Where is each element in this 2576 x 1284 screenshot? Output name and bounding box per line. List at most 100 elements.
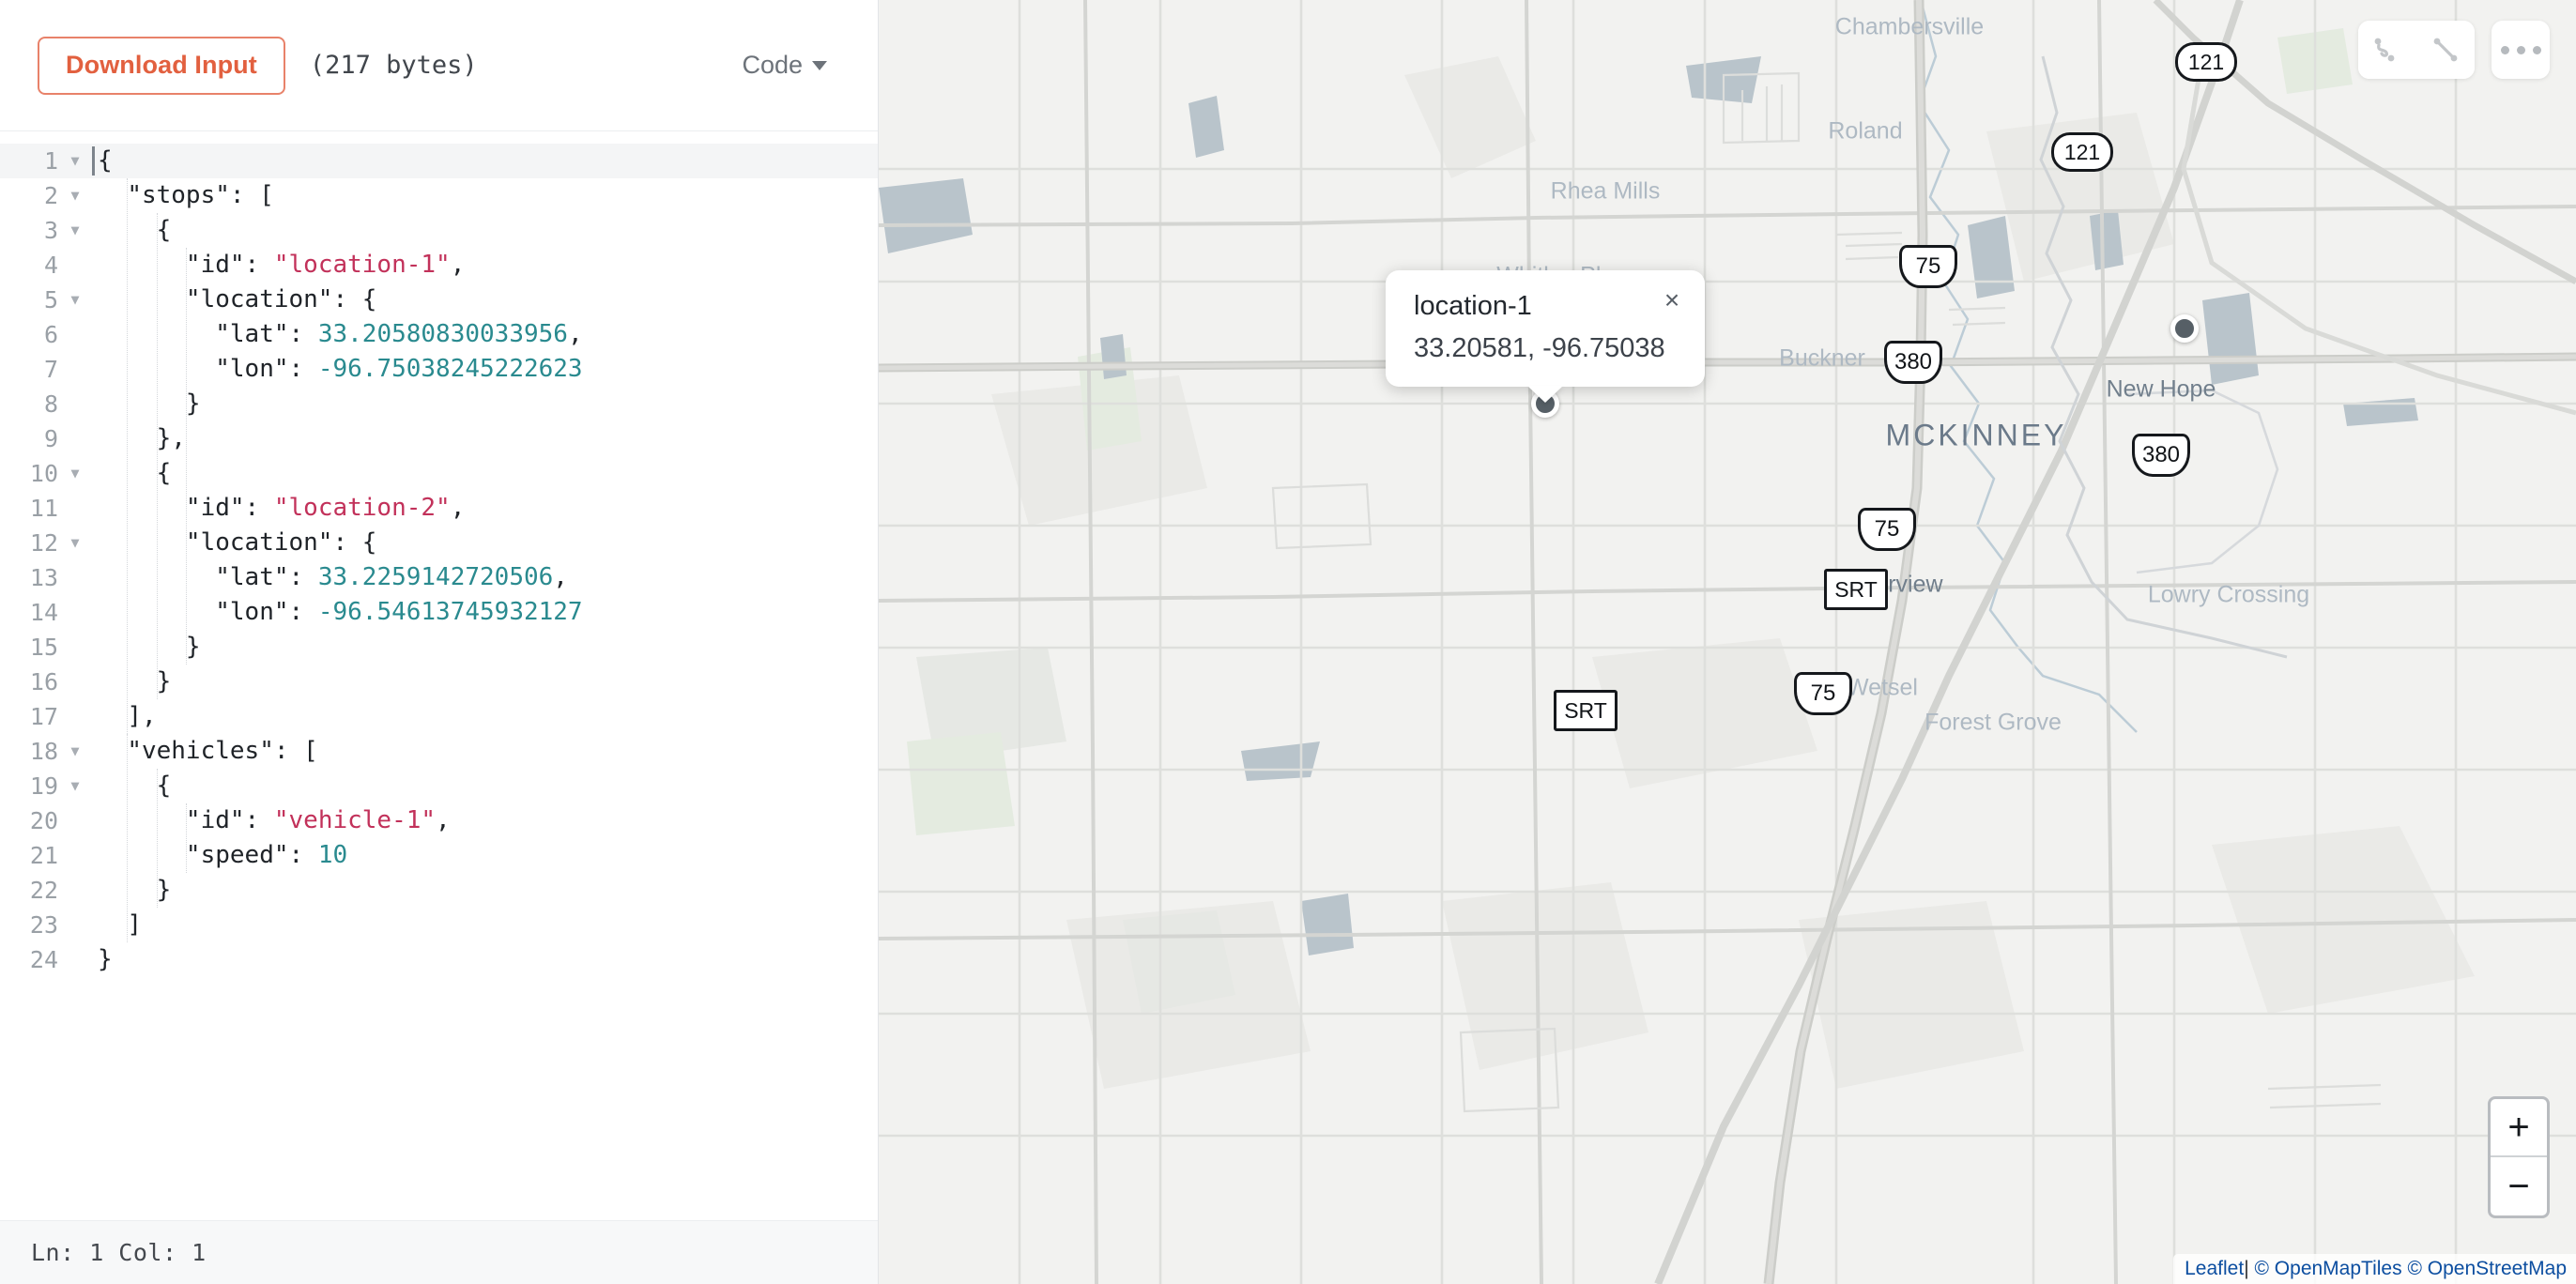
line-number: 16 xyxy=(29,668,58,696)
code-line-text: } xyxy=(156,876,172,904)
code-line[interactable]: 10 ▼ { xyxy=(0,456,878,491)
editor-toolbar: Download Input (217 bytes) Code xyxy=(0,0,878,131)
code-line[interactable]: 19 ▼ { xyxy=(0,769,878,803)
code-line[interactable]: 20▼ "id": "vehicle-1", xyxy=(0,803,878,838)
code-line-text: "id": "vehicle-1", xyxy=(185,806,451,834)
code-line-text: } xyxy=(185,633,201,661)
code-line[interactable]: 22▼ } xyxy=(0,873,878,908)
line-number: 2 xyxy=(43,182,58,209)
line-number: 21 xyxy=(29,842,58,869)
code-line[interactable]: 24▼} xyxy=(0,942,878,977)
code-editor[interactable]: 1▼{2▼ "stops": [3▼ {4▼ "id": "location-1… xyxy=(0,131,878,1220)
code-line[interactable]: 12 ▼ "location": { xyxy=(0,526,878,560)
code-line[interactable]: 17▼ ], xyxy=(0,699,878,734)
code-line-text: "speed": 10 xyxy=(185,841,348,869)
code-line-text: "lat": 33.20580830033956, xyxy=(215,320,583,348)
popup-tip xyxy=(1527,386,1563,403)
code-line-text: { xyxy=(88,144,878,178)
code-line-text: { xyxy=(156,216,172,244)
app-root: Download Input (217 bytes) Code 1 ▼{2 ▼ "s… xyxy=(0,0,2576,1284)
fold-arrow-icon[interactable]: ▼ xyxy=(62,144,88,178)
map-mode-toggle-group[interactable] xyxy=(2358,21,2475,79)
line-number: 9 xyxy=(43,425,58,452)
map-panel[interactable]: ChambersvilleRolandRhea MillsProsperWhit… xyxy=(879,0,2576,1284)
map-more-group[interactable] xyxy=(2492,21,2550,79)
code-line[interactable]: 21▼ "speed": 10 xyxy=(0,838,878,873)
code-line-text: "stops": [ xyxy=(127,181,274,209)
code-line[interactable]: 7▼ "lon": -96.75038245222623 xyxy=(0,352,878,387)
code-line[interactable]: 13▼ "lat": 33.2259142720506, xyxy=(0,560,878,595)
code-line-text: "lat": 33.2259142720506, xyxy=(215,563,568,591)
code-line[interactable]: 5 ▼ "location": { xyxy=(0,283,878,317)
highway-shield-icon: 75 xyxy=(1794,672,1852,715)
line-number: 23 xyxy=(29,911,58,939)
fold-arrow-icon[interactable]: ▼ xyxy=(62,456,88,491)
route-path-icon[interactable] xyxy=(2358,21,2416,79)
code-line-text: { xyxy=(156,772,172,800)
code-line[interactable]: 18 ▼ "vehicles": [ xyxy=(0,734,878,769)
line-number: 18 xyxy=(29,738,58,765)
code-line[interactable]: 4▼ "id": "location-1", xyxy=(0,248,878,283)
attribution-separator: | xyxy=(2244,1258,2249,1279)
code-language-dropdown[interactable]: Code xyxy=(742,51,840,80)
highway-shield-icon: 380 xyxy=(1884,341,1942,384)
zoom-out-button[interactable]: − xyxy=(2491,1157,2547,1215)
leaflet-link[interactable]: Leaflet xyxy=(2185,1258,2244,1279)
map-marker-popup[interactable]: location-1 33.20581, -96.75038 × xyxy=(1386,270,1705,403)
fold-arrow-icon[interactable]: ▼ xyxy=(62,526,88,560)
code-line-text: ], xyxy=(127,702,157,730)
code-line[interactable]: 8▼ } xyxy=(0,387,878,421)
code-line[interactable]: 23▼ ] xyxy=(0,908,878,942)
line-number: 1 xyxy=(43,147,58,175)
openstreetmap-link[interactable]: © OpenStreetMap xyxy=(2407,1258,2567,1279)
code-line[interactable]: 9▼ }, xyxy=(0,421,878,456)
dot-1 xyxy=(2500,45,2509,54)
code-line-text: "lon": -96.54613745932127 xyxy=(215,598,583,626)
code-line[interactable]: 2 ▼ "stops": [ xyxy=(0,178,878,213)
code-line-text: "lon": -96.75038245222623 xyxy=(215,355,583,383)
dot-3 xyxy=(2532,45,2541,54)
line-number: 8 xyxy=(43,390,58,418)
code-line-text: "id": "location-1", xyxy=(185,251,466,279)
line-number: 3 xyxy=(43,217,58,244)
line-number: 5 xyxy=(43,286,58,313)
code-line[interactable]: 6▼ "lat": 33.20580830033956, xyxy=(0,317,878,352)
straight-line-icon[interactable] xyxy=(2416,21,2475,79)
code-line-text: "vehicles": [ xyxy=(127,737,318,765)
highway-shield-icon: 121 xyxy=(2051,132,2113,172)
fold-arrow-icon[interactable]: ▼ xyxy=(62,283,88,317)
code-line[interactable]: 15▼ } xyxy=(0,630,878,665)
map-marker[interactable] xyxy=(2170,314,2199,343)
download-input-button[interactable]: Download Input xyxy=(38,36,285,95)
code-lines[interactable]: 1▼{2▼ "stops": [3▼ {4▼ "id": "location-1… xyxy=(0,131,878,977)
code-line[interactable]: 11▼ "id": "location-2", xyxy=(0,491,878,526)
highway-shield-icon: SRT xyxy=(1824,569,1888,610)
fold-arrow-icon[interactable]: ▼ xyxy=(62,213,88,248)
zoom-in-button[interactable]: + xyxy=(2491,1099,2547,1157)
code-line-text: { xyxy=(156,459,172,487)
map-vector-layer xyxy=(879,0,2576,1284)
line-number: 11 xyxy=(29,495,58,522)
close-icon[interactable]: × xyxy=(1656,285,1688,317)
line-number: 24 xyxy=(29,946,58,973)
straight-line-glyph xyxy=(2433,38,2458,62)
fold-arrow-icon[interactable]: ▼ xyxy=(62,734,88,769)
code-line-text: } xyxy=(98,945,113,973)
map-tiles[interactable] xyxy=(879,0,2576,1284)
openmaptiles-link[interactable]: © OpenMapTiles xyxy=(2255,1258,2402,1279)
chevron-down-icon xyxy=(812,60,827,70)
popup-title: location-1 xyxy=(1414,291,1532,321)
line-number: 20 xyxy=(29,807,58,834)
code-line[interactable]: 16▼ } xyxy=(0,665,878,699)
code-line[interactable]: 14▼ "lon": -96.54613745932127 xyxy=(0,595,878,630)
input-editor-panel: Download Input (217 bytes) Code 1 ▼{2 ▼ "s… xyxy=(0,0,879,1284)
code-line[interactable]: 1 ▼{ xyxy=(0,144,878,178)
fold-arrow-icon[interactable]: ▼ xyxy=(62,178,88,213)
file-size-label: (217 bytes) xyxy=(309,51,478,80)
line-number: 22 xyxy=(29,877,58,904)
code-line[interactable]: 3 ▼ { xyxy=(0,213,878,248)
map-zoom-controls[interactable]: + − xyxy=(2488,1096,2550,1218)
more-options-icon[interactable] xyxy=(2492,21,2550,79)
map-top-controls[interactable] xyxy=(2358,21,2550,79)
fold-arrow-icon[interactable]: ▼ xyxy=(62,769,88,803)
